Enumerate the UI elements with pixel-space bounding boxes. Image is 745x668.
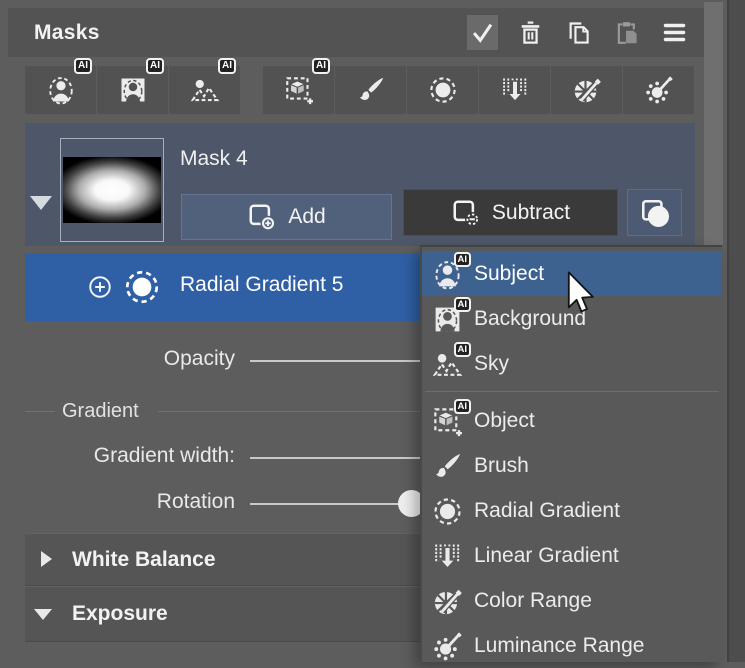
- menu-item-radial-gradient[interactable]: Radial Gradient: [422, 488, 722, 533]
- add-button-label: Add: [288, 205, 325, 229]
- toolbar-subject-button[interactable]: AI: [25, 66, 96, 114]
- hamburger-menu-icon: [661, 19, 688, 46]
- mask-collapse-triangle-icon[interactable]: [30, 196, 52, 210]
- rotation-label: Rotation: [0, 490, 235, 514]
- menu-item-luminance-range[interactable]: Luminance Range: [422, 623, 722, 668]
- panel-header: Masks: [8, 8, 722, 57]
- chevron-right-icon: [41, 551, 52, 567]
- paste-mask-button[interactable]: [611, 15, 642, 50]
- sky-mask-icon: AI: [430, 347, 464, 381]
- mask-layer-label: Radial Gradient 5: [180, 273, 343, 297]
- mask-thumbnail[interactable]: [60, 138, 164, 242]
- toolbar-sky-button[interactable]: AI: [169, 66, 240, 114]
- ai-badge: AI: [312, 58, 330, 74]
- toolbar-radial-gradient-button[interactable]: [407, 66, 478, 114]
- panel-menu-button[interactable]: [659, 15, 690, 50]
- brush-icon: [430, 449, 464, 483]
- toolbar-brush-button[interactable]: [335, 66, 406, 114]
- gradient-section-label: Gradient: [62, 400, 139, 423]
- luminance-range-icon: [644, 75, 674, 105]
- toolbar-linear-gradient-button[interactable]: [479, 66, 550, 114]
- mask-enabled-checkbox[interactable]: [467, 15, 498, 50]
- sky-mask-icon: [190, 75, 220, 105]
- opacity-label: Opacity: [0, 347, 235, 371]
- gradient-section-divider: [25, 411, 55, 412]
- trash-icon: [517, 19, 544, 46]
- radial-gradient-layer-icon: [123, 268, 161, 306]
- paste-icon: [613, 19, 640, 46]
- toolbar-object-button[interactable]: AI: [263, 66, 334, 114]
- mask-thumbnail-gradient: [63, 157, 161, 223]
- panel-right-edge: [727, 0, 745, 662]
- subtract-button-label: Subtract: [492, 201, 570, 225]
- gradient-section-divider: [158, 411, 420, 412]
- ai-badge: AI: [454, 252, 472, 267]
- scrollbar-thumb[interactable]: [704, 2, 723, 245]
- menu-item-sky[interactable]: AI Sky: [422, 341, 722, 386]
- ai-badge: AI: [146, 58, 164, 74]
- subject-mask-icon: AI: [430, 257, 464, 291]
- luminance-range-icon: [430, 629, 464, 663]
- copy-icon: [565, 19, 592, 46]
- mask-title: Mask 4: [180, 147, 248, 171]
- checkmark-icon: [469, 19, 496, 46]
- exposure-label: Exposure: [72, 602, 168, 626]
- mask-tool-toolbar: AI: [263, 66, 694, 114]
- gradient-width-label: Gradient width:: [0, 444, 235, 468]
- mask-group-panel: Mask 4 Add Subtract: [25, 123, 695, 246]
- ai-badge: AI: [454, 297, 472, 312]
- ai-badge: AI: [74, 58, 92, 74]
- menu-item-brush[interactable]: Brush: [422, 443, 722, 488]
- menu-item-color-range[interactable]: Color Range: [422, 578, 722, 623]
- toolbar-color-range-button[interactable]: [551, 66, 622, 114]
- background-mask-icon: AI: [430, 302, 464, 336]
- opacity-slider[interactable]: [250, 360, 422, 362]
- subject-mask-icon: [46, 75, 76, 105]
- menu-item-linear-gradient[interactable]: Linear Gradient: [422, 533, 722, 578]
- linear-gradient-icon: [500, 75, 530, 105]
- radial-gradient-icon: [430, 494, 464, 528]
- color-range-icon: [572, 75, 602, 105]
- object-mask-icon: [284, 75, 314, 105]
- brush-icon: [356, 75, 386, 105]
- delete-mask-button[interactable]: [515, 15, 546, 50]
- ai-badge: AI: [218, 58, 236, 74]
- ai-badge: AI: [454, 342, 472, 357]
- toolbar-luminance-range-button[interactable]: [623, 66, 694, 114]
- linear-gradient-icon: [430, 539, 464, 573]
- intersect-button[interactable]: [627, 189, 682, 236]
- menu-separator: [425, 391, 719, 392]
- add-button[interactable]: Add: [181, 194, 392, 240]
- ai-mask-toolbar: AI AI AI: [25, 66, 240, 114]
- object-mask-icon: AI: [430, 404, 464, 438]
- panel-title: Masks: [34, 21, 100, 45]
- rotation-slider[interactable]: [250, 503, 410, 505]
- radial-gradient-icon: [428, 75, 458, 105]
- menu-item-object[interactable]: AI Object: [422, 398, 722, 443]
- header-toolbar: [467, 8, 690, 57]
- intersect-mask-icon: [639, 197, 671, 229]
- subtract-from-mask-icon: [451, 198, 481, 228]
- color-range-icon: [430, 584, 464, 618]
- white-balance-label: White Balance: [72, 548, 216, 572]
- subtract-button[interactable]: Subtract: [403, 189, 618, 236]
- gradient-width-slider[interactable]: [250, 457, 422, 459]
- toolbar-background-button[interactable]: AI: [97, 66, 168, 114]
- plus-circle-icon[interactable]: [87, 274, 113, 300]
- chevron-down-icon: [34, 609, 52, 620]
- copy-mask-button[interactable]: [563, 15, 594, 50]
- mouse-cursor-icon: [566, 271, 594, 313]
- background-mask-icon: [118, 75, 148, 105]
- ai-badge: AI: [454, 399, 472, 414]
- masks-panel: { "ai_badge": "AI", "header": { "title":…: [0, 0, 745, 662]
- add-to-mask-icon: [247, 202, 277, 232]
